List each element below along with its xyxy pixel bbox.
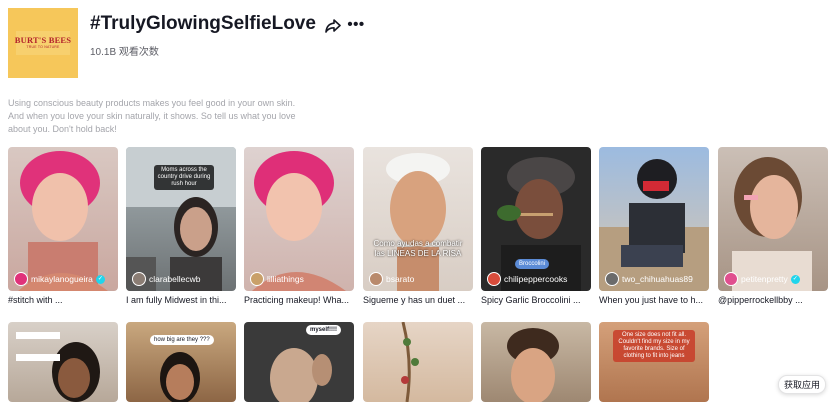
video-thumbnail[interactable]: Moms across the country drive during rus…: [126, 147, 236, 291]
video-overlay-text: myself!!!!: [306, 325, 342, 335]
video-overlay-text: Broccolini: [515, 259, 550, 269]
video-thumbnail[interactable]: how big are they ???: [126, 322, 236, 402]
video-author[interactable]: chilipeppercooks: [487, 272, 567, 286]
share-icon[interactable]: [323, 16, 343, 36]
avatar: [605, 272, 619, 286]
video-caption[interactable]: #stitch with ...: [8, 295, 118, 305]
get-app-button[interactable]: 获取应用: [778, 375, 826, 394]
video-thumbnail[interactable]: [363, 322, 473, 402]
hashtag-title: #TrulyGlowingSelfieLove: [90, 13, 316, 34]
video-caption[interactable]: Practicing makeup! Wha...: [244, 295, 354, 305]
username: petitenpretty: [741, 274, 788, 284]
avatar: [724, 272, 738, 286]
avatar: [14, 272, 28, 286]
video-thumbnail[interactable]: petitenpretty ✓: [718, 147, 828, 291]
video-caption[interactable]: Sigueme y has un duet ...: [363, 295, 473, 305]
video-thumbnail[interactable]: [8, 322, 118, 402]
more-icon[interactable]: •••: [346, 14, 366, 34]
view-count: 10.1B 观看次数: [90, 47, 159, 58]
username: clarabellecwb: [149, 274, 201, 284]
verified-badge-icon: ✓: [95, 274, 105, 284]
avatar: [250, 272, 264, 286]
avatar: [369, 272, 383, 286]
video-author[interactable]: petitenpretty ✓: [724, 272, 800, 286]
avatar: [132, 272, 146, 286]
video-author[interactable]: lilliathings: [250, 272, 304, 286]
video-thumbnail[interactable]: [481, 322, 591, 402]
logo-text: BURT'S BEES: [14, 35, 72, 45]
video-thumbnail[interactable]: Broccolini chilipeppercooks: [481, 147, 591, 291]
video-thumbnail[interactable]: One size does not fit all. Couldn't find…: [599, 322, 709, 402]
username: mikaylanogueira: [31, 274, 93, 284]
video-thumbnail[interactable]: myself!!!!: [244, 322, 354, 402]
logo-subtext: TRUE TO NATURE: [26, 45, 60, 49]
video-overlay-text: Moms across the country drive during rus…: [154, 165, 214, 190]
username: two_chihuahuas89: [622, 274, 693, 284]
video-caption[interactable]: @pipperrockellbby ...: [718, 295, 828, 305]
video-caption[interactable]: Spicy Garlic Broccolini ...: [481, 295, 591, 305]
hashtag-description: Using conscious beauty products makes yo…: [8, 98, 296, 134]
video-caption[interactable]: When you just have to h...: [599, 295, 709, 305]
video-thumbnail[interactable]: two_chihuahuas89: [599, 147, 709, 291]
video-thumbnail[interactable]: lilliathings: [244, 147, 354, 291]
video-overlay-text: Como ayudas a combatir las LINEAS DE LA …: [373, 239, 463, 258]
video-caption[interactable]: I am fully Midwest in thi...: [126, 295, 236, 305]
video-author[interactable]: mikaylanogueira ✓: [14, 272, 105, 286]
username: chilipeppercooks: [504, 274, 568, 284]
video-overlay-text: One size does not fit all. Couldn't find…: [613, 330, 695, 362]
avatar: [487, 272, 501, 286]
video-overlay-text: how big are they ???: [150, 335, 214, 345]
verified-badge-icon: ✓: [790, 274, 800, 284]
video-author[interactable]: two_chihuahuas89: [605, 272, 693, 286]
video-thumbnail[interactable]: mikaylanogueira ✓: [8, 147, 118, 291]
brand-logo: BURT'S BEES TRUE TO NATURE: [8, 8, 78, 78]
username: lilliathings: [267, 274, 304, 284]
username: bsarato: [386, 274, 415, 284]
video-author[interactable]: clarabellecwb: [132, 272, 201, 286]
hashtag-header: BURT'S BEES TRUE TO NATURE #TrulyGlowing…: [8, 8, 828, 80]
video-author[interactable]: bsarato: [369, 272, 414, 286]
video-thumbnail[interactable]: Como ayudas a combatir las LINEAS DE LA …: [363, 147, 473, 291]
